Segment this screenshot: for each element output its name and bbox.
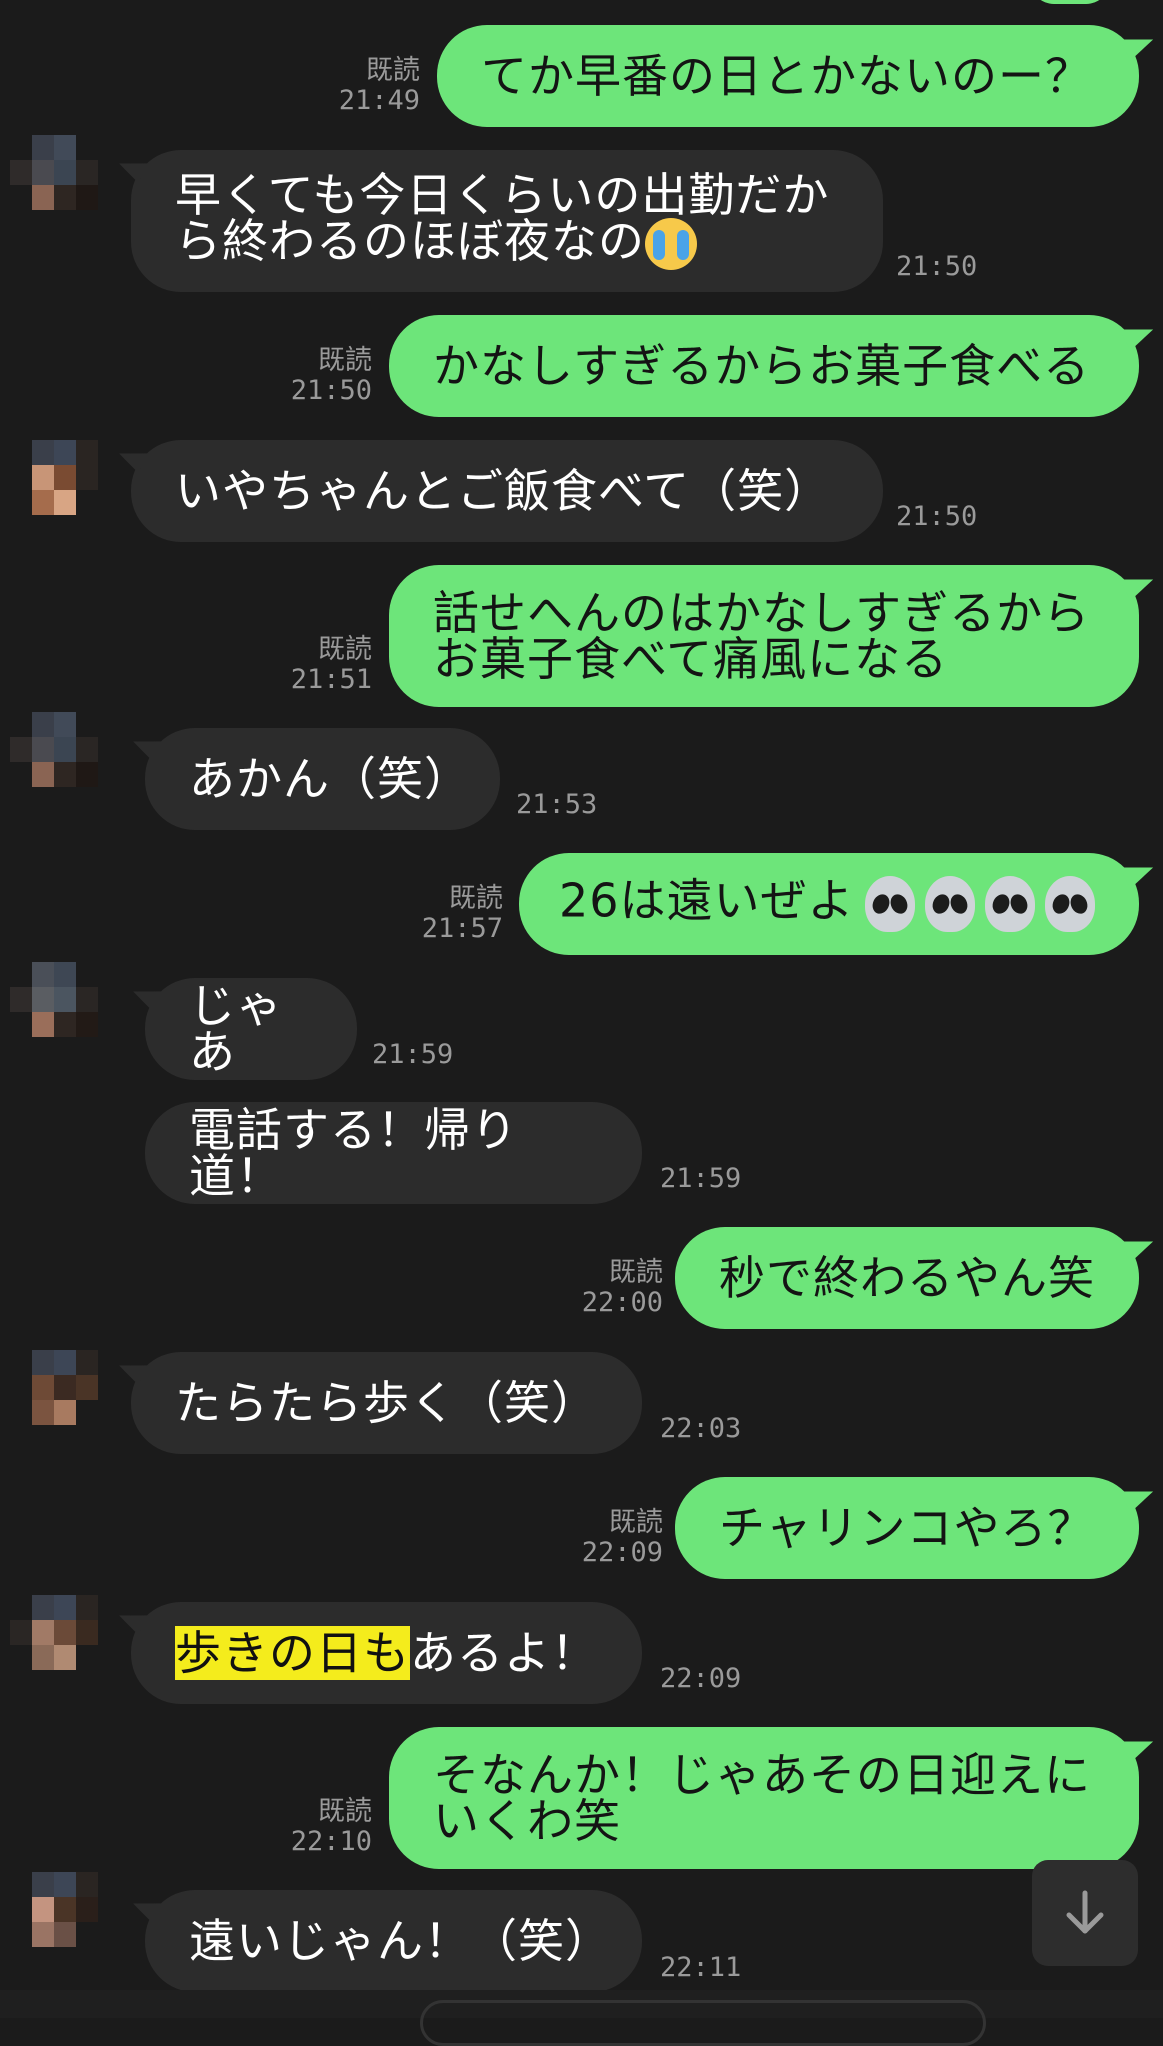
timestamp: 21:51 <box>290 664 372 695</box>
message-bubble-incoming[interactable]: 歩きの日もあるよ！ <box>131 1602 642 1704</box>
avatar[interactable] <box>10 135 120 235</box>
message-text: 遠いじゃん！（笑） <box>189 1914 612 1968</box>
message-text: てか早番の日とかないのー？ <box>481 49 1092 103</box>
read-receipt: 既読 <box>609 1507 663 1538</box>
message-bubble-incoming[interactable]: じゃあ <box>145 978 357 1080</box>
chat-thread[interactable]: 既読 21:49 てか早番の日とかないのー？ 早くても今日くらいの出勤だか ら終… <box>0 0 1163 2018</box>
timestamp: 21:53 <box>516 789 598 820</box>
read-receipt: 既読 <box>318 634 372 665</box>
message-meta: 既読 21:57 <box>413 884 503 944</box>
timestamp: 21:50 <box>896 251 978 282</box>
message-text: チャリンコやろ？ <box>719 1501 1095 1555</box>
avatar[interactable] <box>10 712 120 812</box>
timestamp: 22:11 <box>660 1952 742 1983</box>
read-receipt: 既読 <box>318 345 372 376</box>
message-text-body: 26は遠いぜよ <box>559 873 855 928</box>
alien-icon <box>984 876 1035 932</box>
message-text: かなしすぎるからお菓子食べる <box>433 339 1091 393</box>
message-meta: 既読 22:10 <box>282 1797 372 1857</box>
message-text: じゃあ <box>189 979 283 1079</box>
message-text: いやちゃんとご飯食べて（笑） <box>175 464 832 518</box>
message-bubble-incoming[interactable]: 電話する！帰り道！ <box>145 1102 642 1204</box>
alien-icon <box>1044 876 1095 932</box>
message-text: 歩きの日もあるよ！ <box>175 1626 598 1680</box>
avatar[interactable] <box>10 1595 120 1695</box>
scroll-to-bottom-button[interactable] <box>1032 1860 1138 1966</box>
message-bubble-outgoing[interactable]: 26は遠いぜよ <box>519 853 1139 955</box>
timestamp: 22:10 <box>290 1826 372 1857</box>
message-meta: 既読 22:00 <box>573 1258 663 1318</box>
timestamp: 22:00 <box>581 1287 663 1318</box>
read-receipt: 既読 <box>318 1796 372 1827</box>
arrow-down-icon <box>1066 1890 1104 1934</box>
loudly-crying-face-icon <box>645 218 697 271</box>
message-text-body: 早くても今日くらいの出勤だか ら終わるのほぼ夜なの <box>175 167 830 268</box>
message-meta: 既読 21:50 <box>282 346 372 406</box>
avatar[interactable] <box>10 440 120 540</box>
message-text: あかん（笑） <box>189 752 471 806</box>
message-text: 26は遠いぜよ <box>559 876 1095 932</box>
highlighted-text: 歩きの日も <box>175 1626 410 1680</box>
timestamp: 22:03 <box>660 1413 742 1444</box>
timestamp: 21:59 <box>660 1163 742 1194</box>
next-message-outline <box>420 2000 986 2046</box>
alien-icon <box>924 876 975 932</box>
message-text: 話せへんのはかなしすぎるから お菓子食べて痛風になる <box>433 586 1091 686</box>
message-text: 秒で終わるやん笑 <box>719 1251 1095 1305</box>
timestamp: 21:50 <box>896 501 978 532</box>
message-meta: 既読 21:49 <box>330 56 420 116</box>
avatar[interactable] <box>10 1350 120 1450</box>
message-bubble-incoming[interactable]: あかん（笑） <box>145 728 500 830</box>
alien-icon <box>864 876 915 932</box>
previous-message-bubble-edge <box>1030 0 1110 4</box>
timestamp: 21:50 <box>290 375 372 406</box>
message-bubble-outgoing[interactable]: そなんか！じゃあその日迎えに いくわ笑 <box>389 1727 1139 1869</box>
message-bubble-outgoing[interactable]: てか早番の日とかないのー？ <box>437 25 1139 127</box>
avatar[interactable] <box>10 1872 120 1972</box>
read-receipt: 既読 <box>609 1257 663 1288</box>
message-text: そなんか！じゃあその日迎えに いくわ笑 <box>433 1748 1091 1848</box>
message-bubble-outgoing[interactable]: 秒で終わるやん笑 <box>675 1227 1139 1329</box>
message-bubble-outgoing[interactable]: 話せへんのはかなしすぎるから お菓子食べて痛風になる <box>389 565 1139 707</box>
message-bubble-outgoing[interactable]: かなしすぎるからお菓子食べる <box>389 315 1139 417</box>
timestamp: 21:49 <box>338 85 420 116</box>
timestamp: 22:09 <box>660 1663 742 1694</box>
message-bubble-incoming[interactable]: 遠いじゃん！（笑） <box>145 1890 642 1992</box>
message-text: たらたら歩く（笑） <box>175 1376 598 1430</box>
message-bubble-outgoing[interactable]: チャリンコやろ？ <box>675 1477 1139 1579</box>
avatar[interactable] <box>10 962 120 1062</box>
message-text: 電話する！帰り道！ <box>189 1103 518 1203</box>
message-bubble-incoming[interactable]: 早くても今日くらいの出勤だか ら終わるのほぼ夜なの <box>131 150 883 292</box>
read-receipt: 既読 <box>449 883 503 914</box>
message-meta: 既読 21:51 <box>282 635 372 695</box>
message-bubble-incoming[interactable]: いやちゃんとご飯食べて（笑） <box>131 440 883 542</box>
message-text: 早くても今日くらいの出勤だか ら終わるのほぼ夜なの <box>175 172 829 271</box>
message-text-body: あるよ！ <box>410 1626 598 1680</box>
message-bubble-incoming[interactable]: たらたら歩く（笑） <box>131 1352 642 1454</box>
timestamp: 22:09 <box>581 1537 663 1568</box>
bottom-edge <box>0 1990 1163 2046</box>
timestamp: 21:59 <box>372 1039 454 1070</box>
message-meta: 既読 22:09 <box>573 1508 663 1568</box>
timestamp: 21:57 <box>421 913 503 944</box>
read-receipt: 既読 <box>366 55 420 86</box>
